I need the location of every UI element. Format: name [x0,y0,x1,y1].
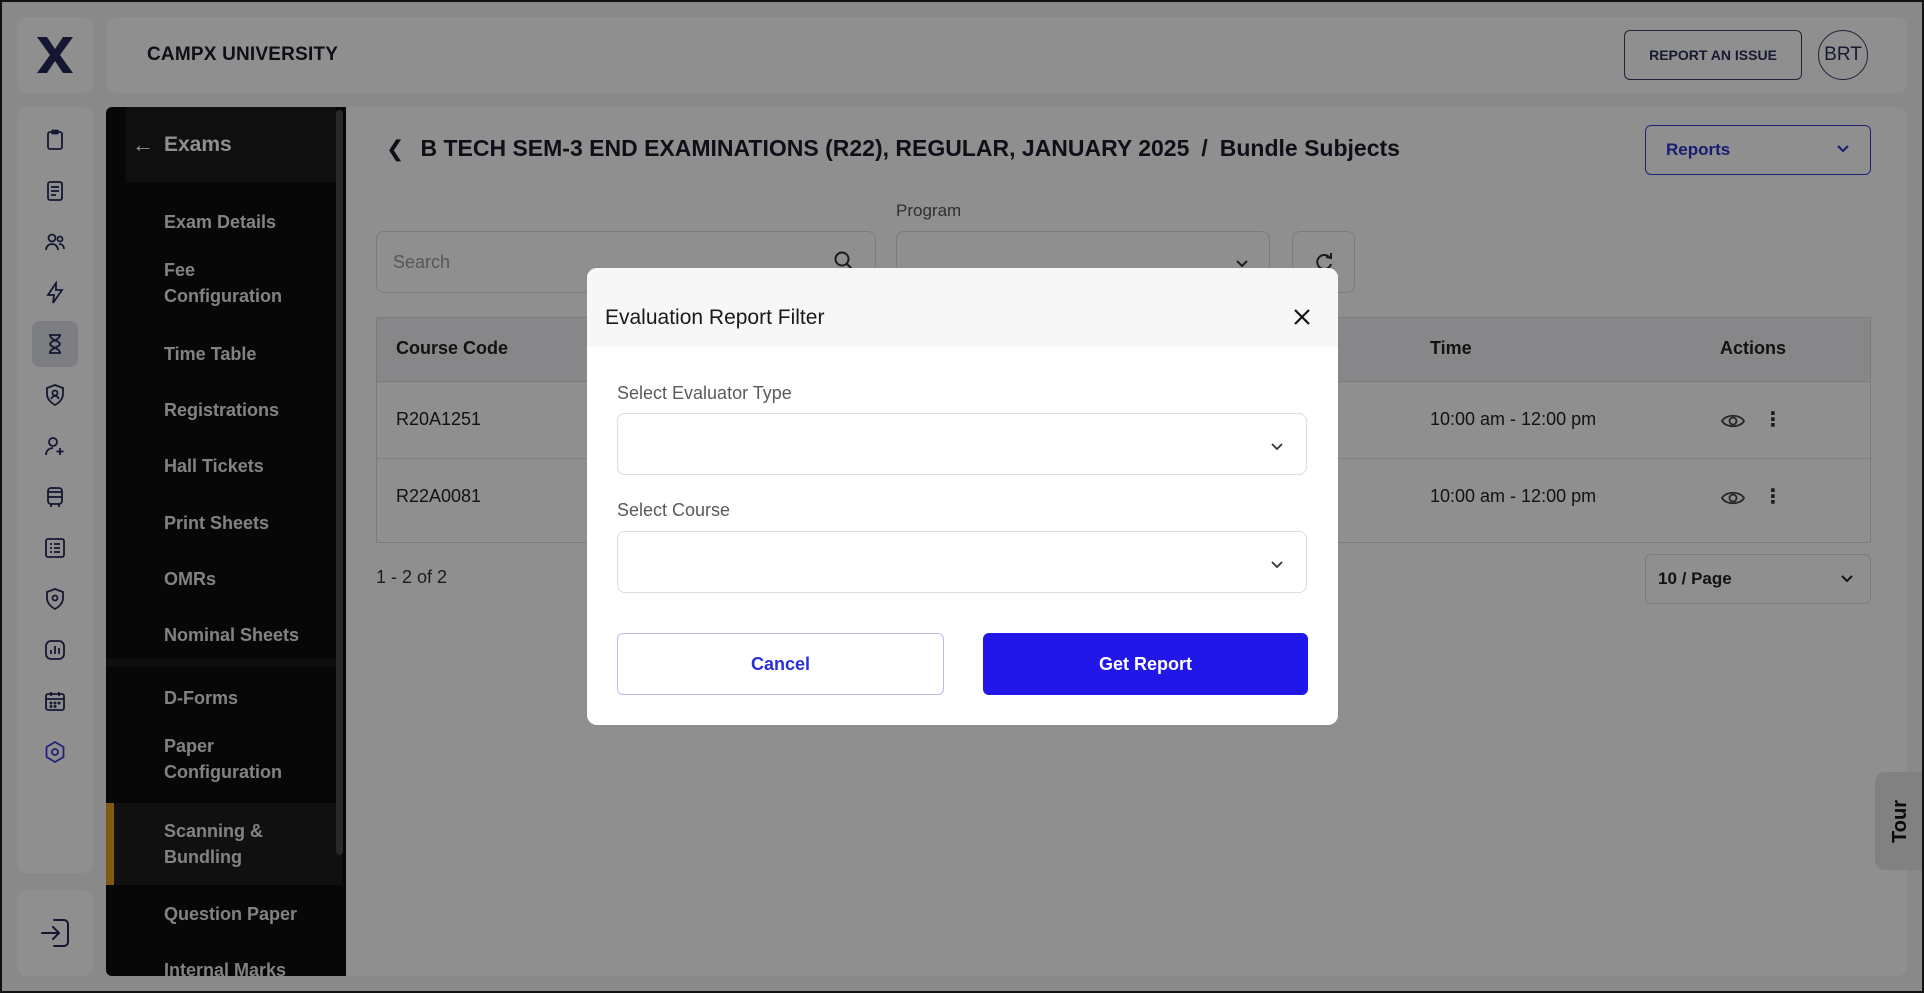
evaluation-report-modal: Evaluation Report Filter Select Evaluato… [587,268,1338,725]
chevron-down-icon [1271,443,1283,451]
course-select[interactable] [617,531,1307,593]
evaluator-type-select[interactable] [617,413,1307,475]
cancel-button[interactable]: Cancel [617,633,944,695]
modal-title: Evaluation Report Filter [605,306,825,329]
get-report-button[interactable]: Get Report [983,633,1308,695]
course-label: Select Course [617,500,731,520]
modal-header: Evaluation Report Filter [587,268,1338,347]
close-icon[interactable] [1290,305,1314,329]
evaluator-type-label: Select Evaluator Type [617,383,792,403]
chevron-down-icon [1271,561,1283,569]
